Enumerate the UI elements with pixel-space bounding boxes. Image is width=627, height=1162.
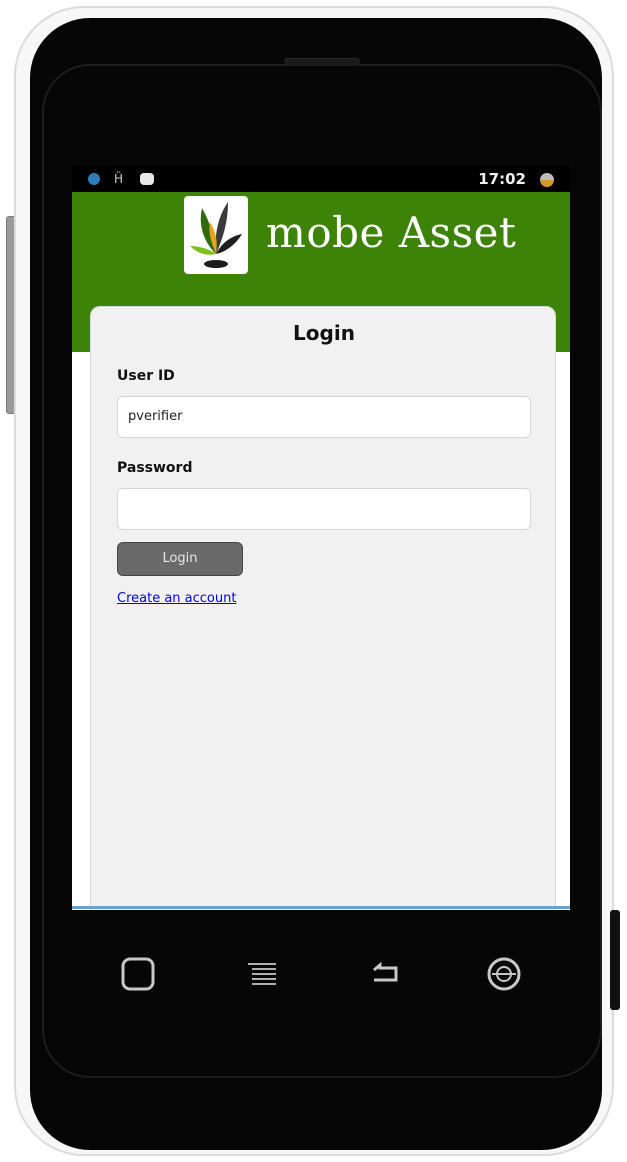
earpiece-speaker <box>284 58 360 65</box>
status-bar: Ḧ 17:02 <box>72 166 570 192</box>
search-globe-icon[interactable] <box>484 954 524 994</box>
signal-h-icon: Ḧ <box>114 172 124 186</box>
device-screen: Ḧ 17:02 mobe Asset Login User ID pverifi… <box>72 166 570 910</box>
battery-icon <box>540 173 554 187</box>
login-title: Login <box>293 321 355 345</box>
plant-leaf-logo-icon <box>184 196 248 274</box>
password-label: Password <box>117 460 193 476</box>
status-time: 17:02 <box>478 170 526 188</box>
password-input[interactable] <box>117 488 531 530</box>
message-icon <box>140 173 154 185</box>
login-button[interactable]: Login <box>117 542 243 576</box>
create-account-link[interactable]: Create an account <box>117 591 236 606</box>
app-title: mobe Asset <box>266 208 517 257</box>
screen-bottom-edge <box>72 906 570 909</box>
power-side-key[interactable] <box>610 910 620 1010</box>
back-arrow-icon[interactable] <box>366 954 406 994</box>
login-card: Login User ID pverifier Password Login C… <box>90 306 556 910</box>
user-id-input[interactable]: pverifier <box>117 396 531 438</box>
network-globe-icon <box>88 173 100 185</box>
home-square-icon[interactable] <box>118 954 158 994</box>
user-id-label: User ID <box>117 368 175 384</box>
menu-lines-icon[interactable] <box>242 954 282 994</box>
